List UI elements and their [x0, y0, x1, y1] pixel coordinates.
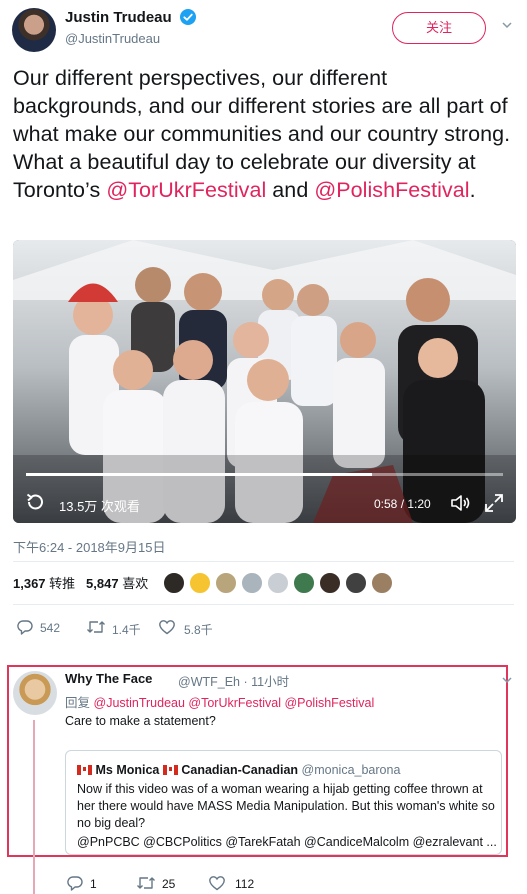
- reply-button[interactable]: 542: [16, 618, 66, 638]
- retweet-button[interactable]: 1.4千: [86, 618, 146, 638]
- reply-count: 542: [40, 621, 61, 635]
- tweet-text: Our different perspectives, our differen…: [13, 64, 518, 204]
- fullscreen-icon[interactable]: [483, 492, 505, 514]
- tweet-text-and: and: [266, 178, 315, 202]
- quoted-tweet-header: Ms Monica Canadian-Canadian @monica_baro…: [77, 763, 400, 777]
- reply-author-handle-time[interactable]: @WTF_Eh · 11小时: [178, 671, 289, 690]
- liker-avatar[interactable]: [215, 572, 237, 594]
- heart-icon: [159, 620, 175, 635]
- liker-avatar[interactable]: [241, 572, 263, 594]
- heart-icon: [209, 876, 225, 891]
- author-name[interactable]: Justin Trudeau: [65, 9, 172, 26]
- liker-avatar[interactable]: [319, 572, 341, 594]
- reply-avatar[interactable]: [13, 671, 57, 715]
- reply-retweet-button[interactable]: 25: [136, 874, 186, 894]
- canada-flag-icon: [162, 765, 178, 775]
- likes-count[interactable]: 5,847: [86, 576, 119, 591]
- quoted-author-name-suffix: Canadian-Canadian: [181, 763, 299, 777]
- tweet-header: Justin Trudeau @JustinTrudeau 关注: [0, 0, 527, 60]
- quoted-author-name: Ms Monica: [95, 763, 160, 777]
- liker-avatar[interactable]: [267, 572, 289, 594]
- video-frame: [13, 240, 516, 523]
- retweets-count[interactable]: 1,367: [13, 576, 46, 591]
- divider: [13, 561, 514, 562]
- author-handle[interactable]: @JustinTrudeau: [65, 31, 160, 46]
- chevron-down-icon[interactable]: [500, 18, 514, 32]
- tweet-stats: 1,367 转推 5,847 喜欢: [13, 573, 148, 593]
- retweets-label[interactable]: 转推: [49, 576, 75, 591]
- retweet-icon: [137, 877, 155, 889]
- quoted-tweet-mentions: @PnPCBC @CBCPolitics @TarekFatah @Candic…: [77, 835, 497, 849]
- mention-polishfestival[interactable]: @PolishFestival: [314, 178, 469, 202]
- reply-author-name[interactable]: Why The Face: [65, 671, 152, 686]
- tweet-timestamp[interactable]: 下午6:24 - 2018年9月15日: [13, 537, 165, 556]
- reply-reply-button[interactable]: 1: [66, 874, 106, 894]
- replying-to-mentions[interactable]: @JustinTrudeau @TorUkrFestival @PolishFe…: [94, 696, 375, 710]
- verified-badge-icon: [180, 9, 196, 25]
- tweet-text-end: .: [469, 178, 476, 202]
- likes-label[interactable]: 喜欢: [122, 576, 148, 591]
- replying-to-label: 回复: [65, 696, 91, 710]
- replay-icon[interactable]: [24, 491, 46, 513]
- replying-to: 回复 @JustinTrudeau @TorUkrFestival @Polis…: [65, 692, 374, 711]
- reply-like-button[interactable]: 112: [208, 874, 268, 894]
- canada-flag-icon: [77, 765, 92, 775]
- divider: [13, 604, 514, 605]
- liker-avatar[interactable]: [345, 572, 367, 594]
- follow-button[interactable]: 关注: [392, 12, 486, 44]
- reply-reply-count: 1: [90, 877, 97, 891]
- retweet-count: 1.4千: [112, 623, 141, 637]
- liker-avatar[interactable]: [371, 572, 393, 594]
- video-player[interactable]: 13.5万 次观看 0:58 / 1:20: [13, 240, 516, 523]
- quoted-tweet[interactable]: Ms Monica Canadian-Canadian @monica_baro…: [65, 750, 502, 855]
- author-avatar[interactable]: [12, 8, 56, 52]
- view-count: 13.5万 次观看: [59, 499, 140, 514]
- liker-avatar[interactable]: [163, 572, 185, 594]
- liker-avatar[interactable]: [189, 572, 211, 594]
- retweet-icon: [87, 621, 105, 633]
- reply-like-count: 112: [235, 877, 255, 891]
- quoted-author-handle: @monica_barona: [301, 763, 401, 777]
- liker-avatar[interactable]: [293, 572, 315, 594]
- quoted-tweet-text: Now if this video was of a woman wearing…: [77, 782, 495, 830]
- mention-torukrfestival[interactable]: @TorUkrFestival: [106, 178, 266, 202]
- video-time: 0:58 / 1:20: [374, 497, 431, 511]
- video-progress-fill: [26, 473, 372, 476]
- chevron-down-icon[interactable]: [500, 673, 514, 687]
- reply-icon: [17, 620, 33, 635]
- like-count: 5.8千: [184, 623, 213, 637]
- reply-icon: [67, 876, 83, 891]
- reply-retweet-count: 25: [162, 877, 176, 891]
- reply-text: Care to make a statement?: [65, 714, 216, 728]
- video-progress-bar[interactable]: [26, 473, 503, 476]
- thread-line: [33, 720, 35, 894]
- like-button[interactable]: 5.8千: [158, 618, 218, 638]
- volume-icon[interactable]: [449, 492, 471, 514]
